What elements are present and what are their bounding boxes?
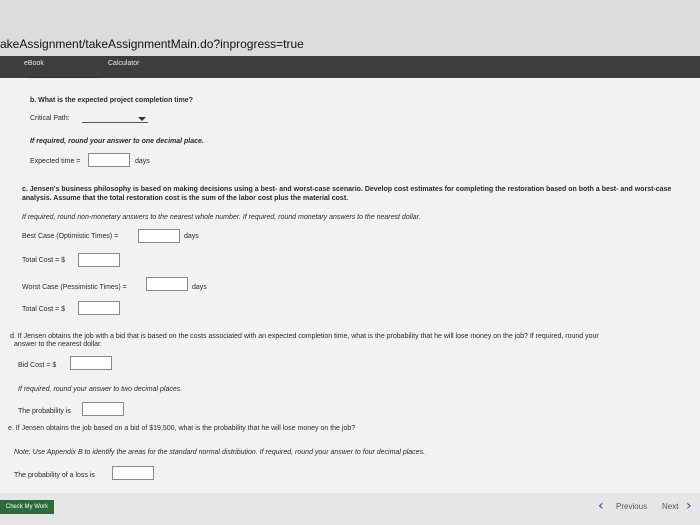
- browser-address-bar[interactable]: akeAssignment/takeAssignmentMain.do?inpr…: [0, 0, 700, 56]
- expected-time-unit: days: [135, 158, 150, 165]
- round-note-b: If required, round your answer to one de…: [30, 138, 204, 145]
- worst-case-input[interactable]: [146, 277, 188, 291]
- next-label: Next: [662, 502, 679, 511]
- url-text: akeAssignment/takeAssignmentMain.do?inpr…: [0, 37, 304, 51]
- chevron-right-icon: ›: [686, 498, 692, 514]
- critical-path-label: Critical Path:: [30, 115, 70, 122]
- question-d-line2: answer to the nearest dollar.: [14, 341, 102, 348]
- note-e: Note: Use Appendix B to identify the are…: [14, 449, 426, 456]
- expected-time-label: Expected time =: [30, 158, 81, 165]
- worst-total-cost-input[interactable]: [78, 301, 120, 315]
- next-button[interactable]: Next ›: [662, 498, 698, 515]
- question-b: b. What is the expected project completi…: [30, 97, 193, 104]
- best-case-unit: days: [184, 233, 199, 240]
- worst-case-unit: days: [192, 284, 207, 291]
- bid-cost-input[interactable]: [70, 356, 112, 370]
- tool-tab-bar: eBook Calculator: [0, 56, 700, 78]
- worst-case-label: Worst Case (Pessimistic Times) =: [22, 284, 127, 291]
- worst-total-cost-label: Total Cost = $: [22, 306, 65, 313]
- best-case-label: Best Case (Optimistic Times) =: [22, 233, 119, 240]
- question-e: e. If Jensen obtains the job based on a …: [8, 425, 356, 432]
- probability-d-input[interactable]: [82, 402, 124, 416]
- question-d-line1: d. If Jensen obtains the job with a bid …: [10, 333, 599, 340]
- question-c-line1: c. Jensen's business philosophy is based…: [22, 186, 672, 193]
- probability-d-label: The probability is: [18, 408, 71, 415]
- previous-button[interactable]: ‹ Previous: [598, 498, 656, 515]
- best-case-input[interactable]: [138, 229, 180, 243]
- footer-bar: [0, 493, 700, 525]
- previous-label: Previous: [616, 502, 648, 511]
- round-note-d: If required, round your answer to two de…: [18, 386, 183, 393]
- tab-ebook[interactable]: eBook: [24, 60, 44, 67]
- bid-cost-label: Bid Cost = $: [18, 362, 57, 369]
- probability-loss-input[interactable]: [112, 466, 154, 480]
- probability-loss-label: The probability of a loss is: [14, 472, 95, 479]
- round-note-c: If required, round non-monetary answers …: [22, 214, 421, 221]
- tab-calculator[interactable]: Calculator: [108, 60, 140, 67]
- best-total-cost-input[interactable]: [78, 253, 120, 267]
- check-my-work-button[interactable]: Check My Work: [0, 500, 54, 514]
- best-total-cost-label: Total Cost = $: [22, 257, 65, 264]
- chevron-down-icon: [138, 117, 146, 121]
- question-c-line2: analysis. Assume that the total restorat…: [22, 195, 349, 202]
- expected-time-input[interactable]: [88, 153, 130, 167]
- chevron-left-icon: ‹: [598, 498, 604, 514]
